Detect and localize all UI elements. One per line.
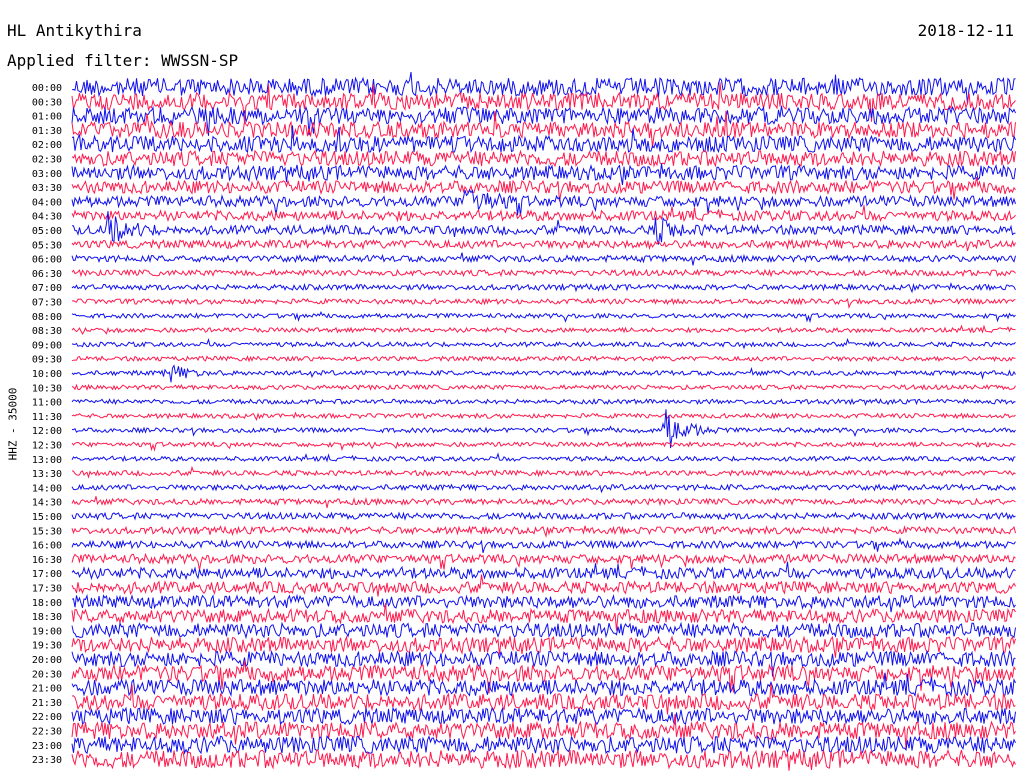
seismic-trace-row xyxy=(71,706,1016,726)
row-time-label: 10:30 xyxy=(32,383,62,394)
row-time-label: 04:00 xyxy=(32,197,62,208)
row-time-label: 08:00 xyxy=(32,312,62,323)
row-time-label: 03:30 xyxy=(32,183,62,194)
row-time-label: 17:30 xyxy=(32,584,62,595)
row-time-label: 18:00 xyxy=(32,598,62,609)
row-time-label: 01:00 xyxy=(32,112,62,123)
row-time-label: 02:30 xyxy=(32,155,62,166)
seismic-trace-row xyxy=(71,465,1016,479)
seismic-trace-row xyxy=(71,552,1016,571)
seismic-trace-row xyxy=(71,574,1016,597)
seismic-trace-row xyxy=(71,511,1016,521)
row-time-label: 15:30 xyxy=(32,526,62,537)
row-time-label: 13:00 xyxy=(32,455,62,466)
seismic-trace-row xyxy=(71,748,1016,771)
seismic-trace-row xyxy=(71,452,1016,463)
row-time-label: 16:30 xyxy=(32,555,62,566)
row-time-label: 23:30 xyxy=(32,755,62,766)
seismic-trace-row xyxy=(71,383,1016,391)
seismic-trace-row xyxy=(71,238,1016,252)
seismic-trace-row xyxy=(71,537,1016,553)
seismic-trace-row xyxy=(71,496,1016,509)
seismic-trace-row xyxy=(71,441,1016,452)
row-time-label: 21:00 xyxy=(32,684,62,695)
row-time-label: 06:30 xyxy=(32,269,62,280)
row-time-label: 07:00 xyxy=(32,283,62,294)
row-time-label: 03:00 xyxy=(32,169,62,180)
seismic-trace-row xyxy=(71,364,1016,383)
seismic-trace-row xyxy=(71,268,1016,278)
row-time-label: 05:30 xyxy=(32,240,62,251)
row-time-label: 14:00 xyxy=(32,483,62,494)
seismic-trace-row xyxy=(71,397,1016,406)
seismic-trace-row xyxy=(71,163,1016,186)
row-time-label: 06:00 xyxy=(32,255,62,266)
row-time-label: 18:30 xyxy=(32,612,62,623)
row-time-label: 11:30 xyxy=(32,412,62,423)
row-time-label: 11:00 xyxy=(32,398,62,409)
row-time-label: 07:30 xyxy=(32,298,62,309)
row-time-label: 12:30 xyxy=(32,441,62,452)
seismogram-plot: 00:00 00:30 01:00 01:30 02:00 02:30 03:00 03:30… xyxy=(32,72,1016,771)
helicorder-chart: HL Antikythira Applied filter: WWSSN-SP … xyxy=(0,0,1024,780)
row-time-label: 04:30 xyxy=(32,212,62,223)
seismic-trace-row xyxy=(71,561,1016,581)
seismic-trace-row xyxy=(71,672,1016,698)
row-time-label: 17:00 xyxy=(32,569,62,580)
seismic-trace-row xyxy=(71,281,1016,294)
row-time-label: 05:00 xyxy=(32,226,62,237)
row-time-label: 09:00 xyxy=(32,340,62,351)
seismic-trace-row xyxy=(71,409,1016,449)
seismic-trace-row xyxy=(71,714,1016,749)
row-time-label: 08:30 xyxy=(32,326,62,337)
seismic-trace-row xyxy=(71,297,1016,310)
row-time-label: 21:30 xyxy=(32,698,62,709)
row-time-label: 15:00 xyxy=(32,512,62,523)
row-time-label: 14:30 xyxy=(32,498,62,509)
row-time-label: 22:00 xyxy=(32,712,62,723)
seismic-trace-row xyxy=(71,252,1016,266)
seismic-trace-row xyxy=(71,188,1016,217)
row-time-label: 22:30 xyxy=(32,727,62,738)
seismic-trace-row xyxy=(71,205,1016,223)
seismic-trace-row xyxy=(71,593,1016,613)
row-time-label: 00:00 xyxy=(32,83,62,94)
row-time-label: 23:00 xyxy=(32,741,62,752)
row-time-label: 20:30 xyxy=(32,669,62,680)
row-time-label: 13:30 xyxy=(32,469,62,480)
row-time-label: 12:00 xyxy=(32,426,62,437)
seismic-trace-row xyxy=(71,310,1016,324)
row-time-label: 19:30 xyxy=(32,641,62,652)
row-time-label: 16:00 xyxy=(32,541,62,552)
seismic-trace-row xyxy=(71,324,1016,336)
seismic-trace-row xyxy=(71,337,1016,350)
row-time-label: 01:30 xyxy=(32,126,62,137)
seismic-trace-row xyxy=(71,149,1016,168)
seismic-trace-row xyxy=(71,734,1016,755)
row-time-label: 10:00 xyxy=(32,369,62,380)
seismic-trace-row xyxy=(71,177,1016,202)
row-time-label: 09:30 xyxy=(32,355,62,366)
row-time-label: 19:00 xyxy=(32,626,62,637)
seismic-trace-row xyxy=(71,355,1016,363)
seismic-trace-row xyxy=(71,483,1016,494)
seismic-trace-row xyxy=(71,525,1016,539)
row-time-label: 20:00 xyxy=(32,655,62,666)
seismic-trace-row xyxy=(71,411,1016,422)
row-time-label: 02:00 xyxy=(32,140,62,151)
row-time-label: 00:30 xyxy=(32,97,62,108)
seismic-trace-row xyxy=(71,603,1016,631)
